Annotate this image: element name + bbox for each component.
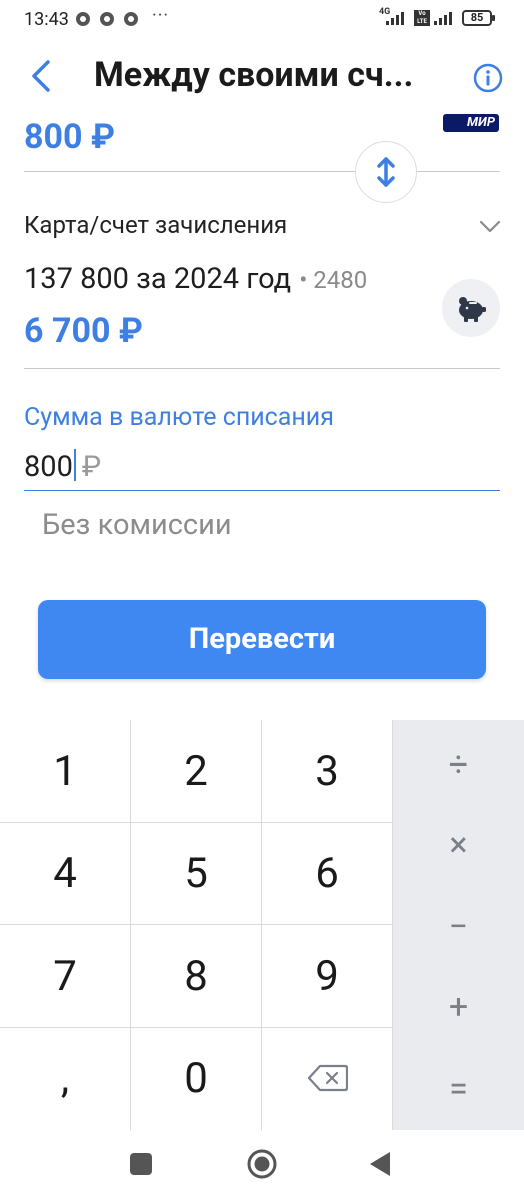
key-6[interactable]: 6 (262, 823, 393, 925)
destination-account[interactable]: 137 800 за 2024 год • 2480 (24, 262, 367, 296)
key-plus[interactable]: + (393, 982, 524, 1032)
divider (24, 171, 500, 172)
key-5[interactable]: 5 (131, 823, 262, 925)
chevron-down-icon (479, 220, 501, 233)
status-bar: 13:43 ··· 4G Vo LTE 85 (0, 0, 524, 40)
nav-back-button[interactable] (368, 1150, 392, 1178)
key-8[interactable]: 8 (131, 925, 262, 1028)
back-triangle-icon (370, 1152, 390, 1176)
signal-icon (434, 11, 458, 25)
amount-value: 800 (24, 450, 73, 484)
destination-amount: 6 700 ₽ (24, 311, 143, 351)
recent-apps-button[interactable] (130, 1153, 152, 1175)
swap-vertical-icon (377, 157, 395, 187)
key-multiply[interactable]: × (393, 820, 524, 870)
backspace-icon (308, 1064, 348, 1092)
battery-icon: 85 (462, 10, 495, 26)
key-divide[interactable]: ÷ (393, 740, 524, 790)
key-7[interactable]: 7 (0, 925, 131, 1028)
chrome-icon (76, 12, 90, 26)
key-9[interactable]: 9 (262, 925, 393, 1028)
key-1[interactable]: 1 (0, 720, 131, 823)
chrome-icon (124, 12, 138, 26)
arrow-left-icon (32, 60, 50, 92)
page-title: Между своими сч... (94, 55, 414, 95)
mir-logo: МИР (443, 114, 499, 132)
chrome-icon (100, 12, 114, 26)
info-button[interactable] (472, 62, 504, 94)
destination-number: • 2480 (299, 266, 368, 294)
transfer-button[interactable]: Перевести (38, 600, 486, 679)
amount-input[interactable]: 800 ₽ (24, 446, 500, 491)
key-3[interactable]: 3 (262, 720, 393, 823)
numeric-keypad: 1 2 3 4 5 6 7 8 9 , 0 ÷ × − + = (0, 720, 524, 1130)
screen: 13:43 ··· 4G Vo LTE 85 Между своими сч..… (0, 0, 524, 1200)
amount-value-wrapper: 800 ₽ (24, 449, 101, 484)
home-circle-icon (247, 1149, 277, 1179)
key-0[interactable]: 0 (131, 1028, 262, 1130)
key-minus[interactable]: − (393, 902, 524, 952)
key-backspace[interactable] (262, 1028, 393, 1130)
piggy-bank-icon (459, 297, 486, 322)
more-notifications-icon: ··· (152, 5, 170, 26)
key-comma[interactable]: , (0, 1028, 131, 1130)
key-2[interactable]: 2 (131, 720, 262, 823)
swap-accounts-button[interactable] (355, 141, 417, 203)
back-button[interactable] (24, 56, 64, 96)
status-time: 13:43 (24, 9, 69, 30)
commission-text: Без комиссии (42, 508, 232, 542)
savings-account-icon (442, 279, 500, 337)
source-amount: 800 ₽ (24, 117, 115, 157)
divider (24, 368, 500, 369)
key-equals[interactable]: = (393, 1064, 524, 1114)
key-4[interactable]: 4 (0, 823, 131, 925)
amount-label: Сумма в валюте списания (24, 403, 334, 432)
text-caret (73, 449, 76, 481)
signal-icon (386, 11, 410, 25)
operators-column: ÷ × − + = (393, 720, 524, 1130)
destination-label: Карта/счет зачисления (24, 211, 288, 239)
destination-dropdown[interactable] (478, 214, 502, 238)
amount-currency: ₽ (81, 450, 102, 484)
destination-name: 137 800 за 2024 год (24, 262, 292, 296)
volte-icon: Vo LTE (414, 10, 430, 26)
info-icon (473, 63, 503, 93)
home-button[interactable] (246, 1148, 278, 1180)
